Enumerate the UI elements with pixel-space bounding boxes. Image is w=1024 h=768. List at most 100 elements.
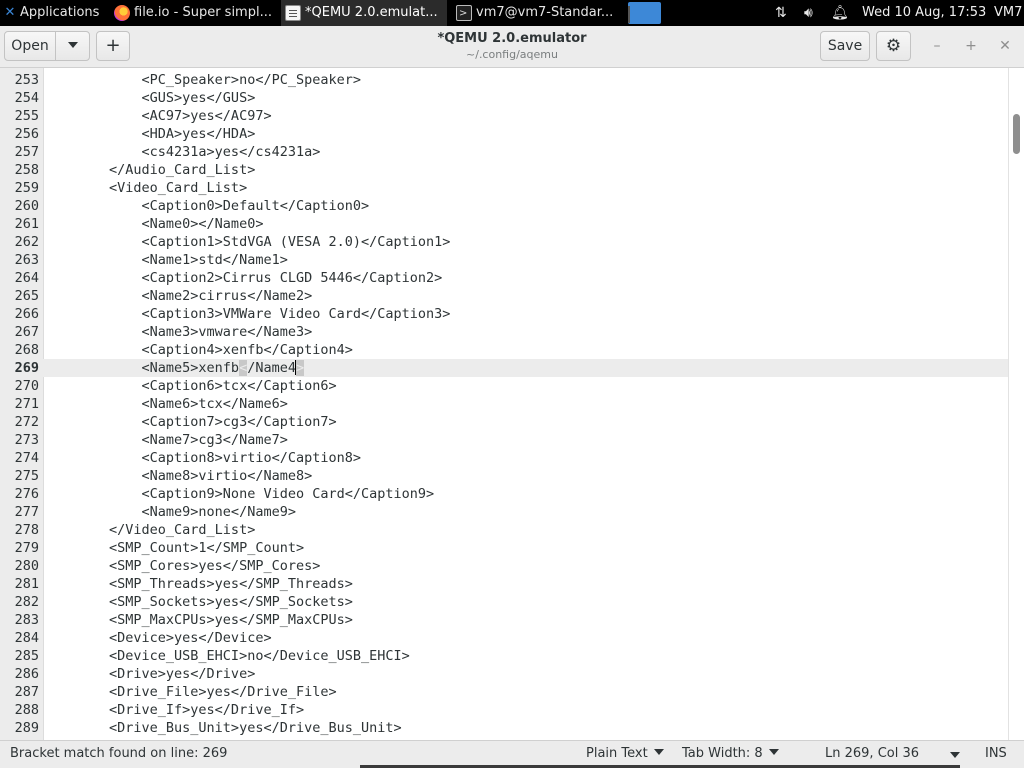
code-line[interactable]: 265 <Name2>cirrus</Name2> bbox=[0, 287, 1008, 305]
code-line[interactable]: 261 <Name0></Name0> bbox=[0, 215, 1008, 233]
volume-icon[interactable]: 🔊︎ bbox=[804, 0, 813, 26]
code-line[interactable]: 273 <Name7>cg3</Name7> bbox=[0, 431, 1008, 449]
scrollbar-thumb[interactable] bbox=[1013, 114, 1020, 154]
taskbar-item-text-editor[interactable]: *QEMU 2.0.emulat... bbox=[281, 0, 447, 26]
code-text[interactable]: <cs4231a>yes</cs4231a> bbox=[44, 143, 321, 161]
code-line[interactable]: 289 <Drive_Bus_Unit>yes</Drive_Bus_Unit> bbox=[0, 719, 1008, 737]
code-text[interactable]: <Name0></Name0> bbox=[44, 215, 264, 233]
settings-menu-button[interactable]: ⚙ bbox=[876, 31, 911, 61]
code-text[interactable]: <Caption3>VMWare Video Card</Caption3> bbox=[44, 305, 451, 323]
code-line[interactable]: 255 <AC97>yes</AC97> bbox=[0, 107, 1008, 125]
open-recent-dropdown-button[interactable] bbox=[55, 31, 90, 61]
code-text[interactable]: <SMP_Threads>yes</SMP_Threads> bbox=[44, 575, 353, 593]
open-button[interactable]: Open bbox=[4, 31, 56, 61]
code-line[interactable]: 271 <Name6>tcx</Name6> bbox=[0, 395, 1008, 413]
code-text[interactable]: <Name7>cg3</Name7> bbox=[44, 431, 288, 449]
code-line[interactable]: 276 <Caption9>None Video Card</Caption9> bbox=[0, 485, 1008, 503]
code-line[interactable]: 287 <Drive_File>yes</Drive_File> bbox=[0, 683, 1008, 701]
code-line[interactable]: 268 <Caption4>xenfb</Caption4> bbox=[0, 341, 1008, 359]
code-text[interactable]: <Caption6>tcx</Caption6> bbox=[44, 377, 337, 395]
code-line[interactable]: 254 <GUS>yes</GUS> bbox=[0, 89, 1008, 107]
code-text[interactable]: <SMP_Cores>yes</SMP_Cores> bbox=[44, 557, 320, 575]
code-text[interactable]: <SMP_MaxCPUs>yes</SMP_MaxCPUs> bbox=[44, 611, 353, 629]
notification-bell-icon[interactable]: 🔔︎ bbox=[831, 0, 849, 26]
tab-width-selector[interactable]: Tab Width: 8 bbox=[682, 741, 779, 767]
taskbar-item-terminal[interactable]: vm7@vm7-Standar... bbox=[452, 0, 622, 26]
code-line[interactable]: 275 <Name8>virtio</Name8> bbox=[0, 467, 1008, 485]
code-text[interactable]: <Drive_If>yes</Drive_If> bbox=[44, 701, 304, 719]
code-text[interactable]: <SMP_Sockets>yes</SMP_Sockets> bbox=[44, 593, 353, 611]
cursor-position-selector[interactable]: Ln 269, Col 36 bbox=[825, 741, 919, 767]
taskbar-item-active-editor[interactable] bbox=[628, 2, 661, 24]
vertical-scrollbar[interactable] bbox=[1008, 68, 1024, 740]
code-line[interactable]: 272 <Caption7>cg3</Caption7> bbox=[0, 413, 1008, 431]
close-button[interactable]: ✕ bbox=[993, 34, 1017, 58]
code-line[interactable]: 256 <HDA>yes</HDA> bbox=[0, 125, 1008, 143]
code-line[interactable]: 282 <SMP_Sockets>yes</SMP_Sockets> bbox=[0, 593, 1008, 611]
code-line[interactable]: 274 <Caption8>virtio</Caption8> bbox=[0, 449, 1008, 467]
taskbar-item-firefox[interactable]: file.io - Super simpl... bbox=[110, 0, 280, 26]
code-text[interactable]: <Name1>std</Name1> bbox=[44, 251, 288, 269]
code-line[interactable]: 262 <Caption1>StdVGA (VESA 2.0)</Caption… bbox=[0, 233, 1008, 251]
code-text[interactable]: <Name5>xenfb</Name4> bbox=[44, 359, 305, 377]
save-button[interactable]: Save bbox=[820, 31, 870, 61]
code-text[interactable]: <Caption0>Default</Caption0> bbox=[44, 197, 370, 215]
code-text[interactable]: </Audio_Card_List> bbox=[44, 161, 255, 179]
code-line[interactable]: 279 <SMP_Count>1</SMP_Count> bbox=[0, 539, 1008, 557]
code-text[interactable]: <Drive_Bus_Unit>yes</Drive_Bus_Unit> bbox=[44, 719, 402, 737]
code-line[interactable]: 257 <cs4231a>yes</cs4231a> bbox=[0, 143, 1008, 161]
new-document-button[interactable]: + bbox=[96, 31, 130, 61]
network-icon[interactable]: ⇅ bbox=[775, 0, 787, 26]
code-text[interactable]: <HDA>yes</HDA> bbox=[44, 125, 256, 143]
text-editor-view[interactable]: 253 <PC_Speaker>no</PC_Speaker> 254 <GUS>… bbox=[0, 68, 1024, 740]
code-line[interactable]: 253 <PC_Speaker>no</PC_Speaker> bbox=[0, 71, 1008, 89]
user-menu[interactable]: VM7 bbox=[994, 0, 1022, 26]
code-line[interactable]: 285 <Device_USB_EHCI>no</Device_USB_EHCI… bbox=[0, 647, 1008, 665]
code-line[interactable]: 263 <Name1>std</Name1> bbox=[0, 251, 1008, 269]
code-line[interactable]: 288 <Drive_If>yes</Drive_If> bbox=[0, 701, 1008, 719]
code-line[interactable]: 270 <Caption6>tcx</Caption6> bbox=[0, 377, 1008, 395]
applications-menu[interactable]: ✕ Applications bbox=[0, 0, 108, 26]
code-text[interactable]: <Caption2>Cirrus CLGD 5446</Caption2> bbox=[44, 269, 443, 287]
code-text[interactable]: <Drive>yes</Drive> bbox=[44, 665, 255, 683]
code-text[interactable]: <Name6>tcx</Name6> bbox=[44, 395, 288, 413]
code-text[interactable]: <Device_USB_EHCI>no</Device_USB_EHCI> bbox=[44, 647, 410, 665]
code-text[interactable]: <Caption1>StdVGA (VESA 2.0)</Caption1> bbox=[44, 233, 451, 251]
line-number: 260 bbox=[14, 198, 39, 214]
language-selector[interactable]: Plain Text bbox=[586, 741, 664, 767]
code-line[interactable]: 286 <Drive>yes</Drive> bbox=[0, 665, 1008, 683]
current-line[interactable]: 269 <Name5>xenfb</Name4> bbox=[0, 359, 1008, 377]
code-text[interactable]: <Drive_File>yes</Drive_File> bbox=[44, 683, 337, 701]
code-text[interactable]: <Name8>virtio</Name8> bbox=[44, 467, 313, 485]
code-line[interactable]: 267 <Name3>vmware</Name3> bbox=[0, 323, 1008, 341]
code-text[interactable]: <Caption8>virtio</Caption8> bbox=[44, 449, 361, 467]
code-text[interactable]: <Name9>none</Name9> bbox=[44, 503, 296, 521]
maximize-button[interactable]: + bbox=[959, 34, 983, 58]
clock[interactable]: Wed 10 Aug, 17:53 bbox=[862, 0, 986, 26]
code-text[interactable]: <Name2>cirrus</Name2> bbox=[44, 287, 313, 305]
code-text[interactable]: <Caption9>None Video Card</Caption9> bbox=[44, 485, 435, 503]
code-text[interactable]: <GUS>yes</GUS> bbox=[44, 89, 256, 107]
code-text[interactable]: <Device>yes</Device> bbox=[44, 629, 272, 647]
chevron-down-icon[interactable] bbox=[950, 752, 960, 758]
code-line[interactable]: 264 <Caption2>Cirrus CLGD 5446</Caption2… bbox=[0, 269, 1008, 287]
code-text[interactable]: <SMP_Count>1</SMP_Count> bbox=[44, 539, 304, 557]
code-line[interactable]: 284 <Device>yes</Device> bbox=[0, 629, 1008, 647]
code-line[interactable]: 266 <Caption3>VMWare Video Card</Caption… bbox=[0, 305, 1008, 323]
code-text[interactable]: <Name3>vmware</Name3> bbox=[44, 323, 313, 341]
code-line[interactable]: 278 </Video_Card_List> bbox=[0, 521, 1008, 539]
code-line[interactable]: 260 <Caption0>Default</Caption0> bbox=[0, 197, 1008, 215]
code-line[interactable]: 283 <SMP_MaxCPUs>yes</SMP_MaxCPUs> bbox=[0, 611, 1008, 629]
code-text[interactable]: <Caption7>cg3</Caption7> bbox=[44, 413, 337, 431]
code-line[interactable]: 259 <Video_Card_List> bbox=[0, 179, 1008, 197]
code-text[interactable]: <Video_Card_List> bbox=[44, 179, 247, 197]
code-text[interactable]: <PC_Speaker>no</PC_Speaker> bbox=[44, 71, 361, 89]
minimize-button[interactable]: – bbox=[925, 34, 949, 58]
code-text[interactable]: <Caption4>xenfb</Caption4> bbox=[44, 341, 353, 359]
code-text[interactable]: </Video_Card_List> bbox=[44, 521, 255, 539]
code-line[interactable]: 280 <SMP_Cores>yes</SMP_Cores> bbox=[0, 557, 1008, 575]
code-text[interactable]: <AC97>yes</AC97> bbox=[44, 107, 272, 125]
code-line[interactable]: 277 <Name9>none</Name9> bbox=[0, 503, 1008, 521]
code-line[interactable]: 258 </Audio_Card_List> bbox=[0, 161, 1008, 179]
code-line[interactable]: 281 <SMP_Threads>yes</SMP_Threads> bbox=[0, 575, 1008, 593]
